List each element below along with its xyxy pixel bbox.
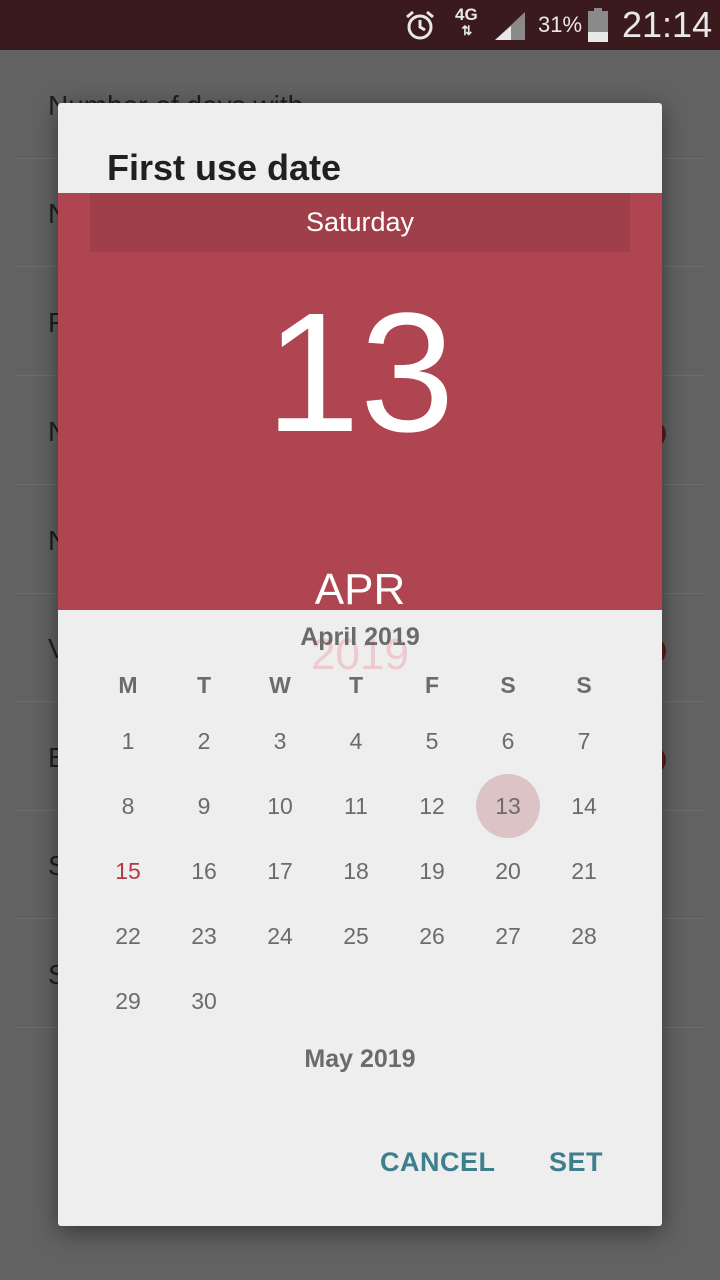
- calendar-day[interactable]: 9: [172, 774, 236, 838]
- calendar-day[interactable]: 23: [172, 904, 236, 968]
- day-of-week-label: Saturday: [90, 193, 630, 252]
- next-month-title: May 2019: [304, 1045, 416, 1073]
- calendar-day[interactable]: 2: [172, 709, 236, 773]
- weekday-label: M: [118, 672, 138, 698]
- calendar-day[interactable]: 10: [248, 774, 312, 838]
- network-type-indicator: 4G ⇅: [455, 5, 478, 38]
- calendar-day[interactable]: 21: [552, 839, 616, 903]
- calendar-day[interactable]: 3: [248, 709, 312, 773]
- calendar-day[interactable]: 29: [96, 969, 160, 1033]
- calendar-day[interactable]: 26: [400, 904, 464, 968]
- calendar-day-selected[interactable]: 13: [476, 774, 540, 838]
- calendar-day[interactable]: 11: [324, 774, 388, 838]
- calendar-day[interactable]: 6: [476, 709, 540, 773]
- signal-icon: [495, 12, 525, 40]
- cancel-button[interactable]: CANCEL: [380, 1147, 496, 1178]
- calendar-day[interactable]: 30: [172, 969, 236, 1033]
- data-arrows-icon: ⇅: [461, 23, 472, 38]
- calendar-day[interactable]: 16: [172, 839, 236, 903]
- date-header: Saturday 13 APR 2019: [58, 193, 662, 679]
- calendar-day[interactable]: 4: [324, 709, 388, 773]
- calendar-day[interactable]: 27: [476, 904, 540, 968]
- selected-day-display[interactable]: 13: [58, 288, 662, 458]
- calendar-day[interactable]: 14: [552, 774, 616, 838]
- calendar-month-title: April 2019: [300, 623, 420, 651]
- calendar-day[interactable]: 12: [400, 774, 464, 838]
- calendar-day[interactable]: 20: [476, 839, 540, 903]
- calendar-day[interactable]: 19: [400, 839, 464, 903]
- weekday-label: S: [576, 672, 592, 698]
- set-button[interactable]: SET: [549, 1147, 603, 1178]
- calendar-day[interactable]: 7: [552, 709, 616, 773]
- weekday-label: T: [348, 672, 364, 698]
- battery-icon: [588, 8, 608, 42]
- weekday-label: T: [196, 672, 212, 698]
- calendar-day[interactable]: 24: [248, 904, 312, 968]
- calendar-day[interactable]: 1: [96, 709, 160, 773]
- calendar-day[interactable]: 28: [552, 904, 616, 968]
- calendar-day[interactable]: 8: [96, 774, 160, 838]
- alarm-icon: [406, 10, 434, 40]
- calendar-day[interactable]: 22: [96, 904, 160, 968]
- calendar-day[interactable]: 15: [96, 839, 160, 903]
- status-bar: 4G ⇅ 31% 21:14: [0, 0, 720, 50]
- calendar-day[interactable]: 18: [324, 839, 388, 903]
- date-picker-dialog: First use date Saturday 13 APR 2019 Apri…: [58, 103, 662, 1226]
- weekday-label: S: [500, 672, 516, 698]
- battery-percentage: 31%: [538, 12, 583, 37]
- calendar-day[interactable]: 17: [248, 839, 312, 903]
- calendar-day[interactable]: 25: [324, 904, 388, 968]
- weekday-label: W: [269, 672, 291, 698]
- calendar-day[interactable]: 5: [400, 709, 464, 773]
- selected-month-display[interactable]: APR: [58, 565, 662, 615]
- dialog-title: First use date: [107, 147, 342, 188]
- weekday-label: F: [424, 672, 440, 698]
- status-time: 21:14: [622, 4, 713, 45]
